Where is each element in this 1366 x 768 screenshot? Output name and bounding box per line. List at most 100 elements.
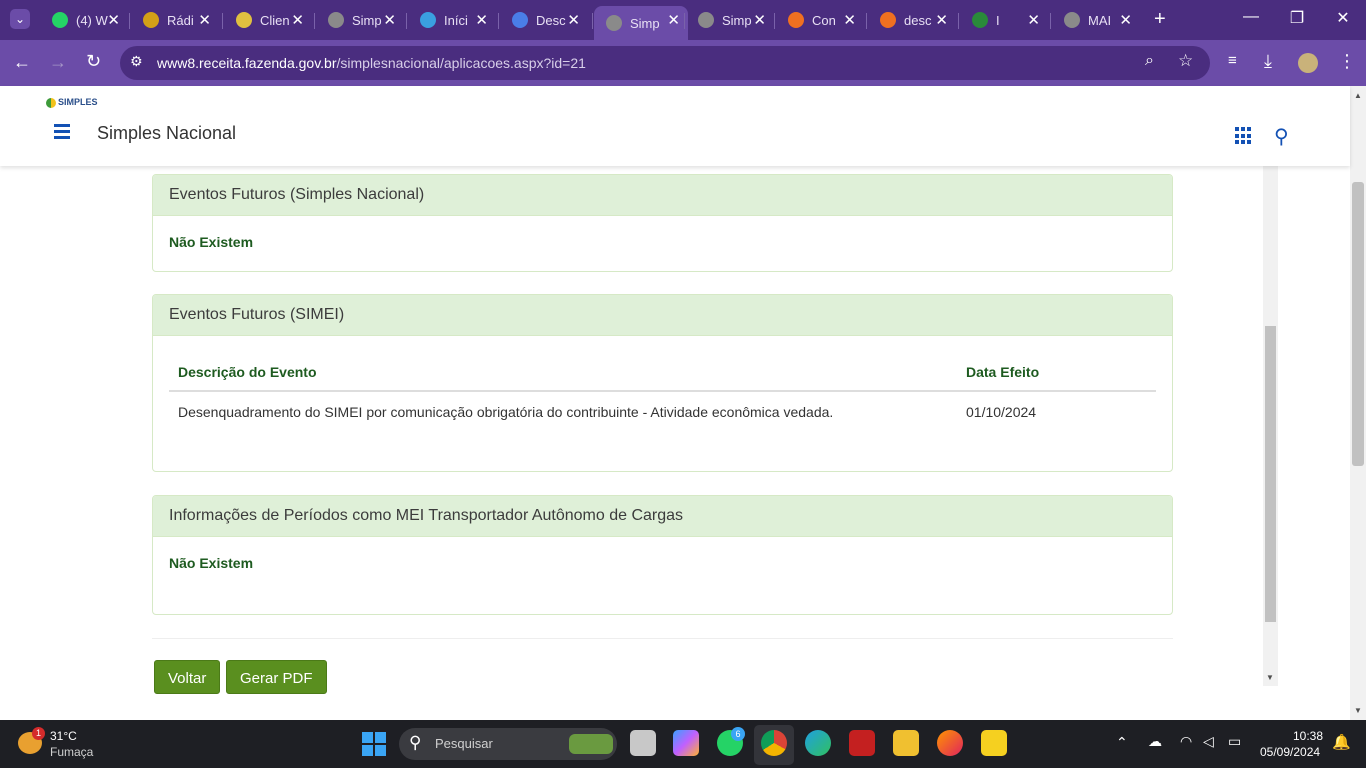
page-scroll-up-icon[interactable]: ▲ [1354, 91, 1362, 100]
tab-separator [222, 13, 223, 29]
tab-close-icon[interactable]: ✕ [1119, 11, 1132, 29]
browser-tab[interactable]: Rádi ✕ [131, 6, 219, 34]
browser-toolbar: ← → ↻ ⚙ www8.receita.fazenda.gov.br/simp… [0, 40, 1366, 86]
gerar-pdf-button[interactable]: Gerar PDF [226, 660, 327, 694]
media-control-icon[interactable]: ≡ [1228, 52, 1237, 69]
page-scroll-down-icon[interactable]: ▼ [1354, 706, 1362, 715]
wifi-icon[interactable]: ◠ [1180, 733, 1192, 750]
clock-time[interactable]: 10:38 [1293, 729, 1323, 743]
browser-tab[interactable]: Simp ✕ [316, 6, 404, 34]
battery-icon[interactable]: ▭ [1228, 733, 1241, 750]
tab-label: Iníci [444, 12, 468, 28]
tab-close-icon[interactable]: ✕ [1027, 11, 1040, 29]
browser-tab[interactable]: Simp ✕ [594, 6, 688, 40]
weather-temp[interactable]: 31°C [50, 729, 77, 743]
firefox-icon[interactable] [937, 730, 963, 756]
apps-grid-icon[interactable] [1235, 127, 1253, 145]
page-scrollbar-thumb[interactable] [1352, 182, 1364, 466]
forward-icon[interactable]: → [49, 52, 67, 73]
sticky-notes-icon[interactable] [981, 730, 1007, 756]
show-hidden-icons[interactable]: ⌃ [1116, 734, 1128, 751]
simples-logo[interactable]: SIMPLES [46, 97, 98, 108]
download-icon[interactable]: ⤓ [1264, 51, 1272, 72]
search-icon[interactable]: ⚲ [1274, 124, 1289, 149]
search-highlight-icon [569, 734, 613, 754]
tab-close-icon[interactable]: ✕ [291, 11, 304, 29]
browser-tab[interactable]: MAI ✕ [1052, 6, 1140, 34]
tab-separator [958, 13, 959, 29]
menu-icon[interactable]: ⋮ [1338, 51, 1356, 72]
tab-label: MAI [1088, 12, 1112, 28]
browser-tab[interactable]: Simp ✕ [686, 6, 774, 34]
browser-tab[interactable]: Desc ✕ [500, 6, 588, 34]
bookmark-star-icon[interactable]: ☆ [1178, 51, 1193, 71]
tab-close-icon[interactable]: ✕ [475, 11, 488, 29]
mcafee-icon[interactable] [849, 730, 875, 756]
tab-favicon-icon [880, 12, 896, 28]
tab-label: Rádi [167, 12, 194, 28]
windows-start-icon[interactable] [362, 732, 386, 756]
tab-close-icon[interactable]: ✕ [383, 11, 396, 29]
volume-icon[interactable]: ◁ [1203, 733, 1214, 750]
hamburger-menu-icon[interactable] [54, 124, 70, 139]
panel-eventos-simei: Eventos Futuros (SIMEI) Descrição do Eve… [152, 294, 1173, 472]
tab-favicon-icon [420, 12, 436, 28]
site-info-icon[interactable]: ⚙ [130, 53, 143, 70]
column-header-descricao: Descrição do Evento [169, 354, 957, 392]
tab-separator [314, 13, 315, 29]
tab-separator [406, 13, 407, 29]
column-header-data: Data Efeito [957, 354, 1156, 392]
taskbar-search-box[interactable]: ⚲ Pesquisar [399, 728, 617, 760]
chrome-icon[interactable] [761, 730, 787, 756]
profile-avatar[interactable] [1298, 53, 1318, 73]
tab-label: Simp [722, 12, 752, 28]
table-row: Desenquadramento do SIMEI por comunicaçã… [169, 391, 1156, 432]
tab-close-icon[interactable]: ✕ [753, 11, 766, 29]
url-text[interactable]: www8.receita.fazenda.gov.br/simplesnacio… [157, 55, 586, 71]
inner-scrollbar-thumb[interactable] [1265, 326, 1276, 622]
onedrive-icon[interactable]: ☁ [1148, 733, 1162, 750]
restore-icon[interactable]: ❐ [1274, 8, 1320, 28]
clock-date[interactable]: 05/09/2024 [1260, 745, 1320, 759]
tab-separator [866, 13, 867, 29]
browser-tab[interactable]: Con ✕ [776, 6, 864, 34]
back-icon[interactable]: ← [13, 52, 31, 73]
simples-logo-mark-icon [46, 97, 56, 108]
browser-tab[interactable]: Iníci ✕ [408, 6, 496, 34]
task-view-icon[interactable] [630, 730, 656, 756]
tab-close-icon[interactable]: ✕ [107, 11, 120, 29]
new-tab-icon[interactable]: + [1154, 8, 1166, 31]
edge-icon[interactable] [805, 730, 831, 756]
notification-bell-icon[interactable]: 🔔 [1332, 733, 1351, 751]
zoom-icon[interactable]: ⌕ [1145, 52, 1154, 70]
minimize-icon[interactable]: — [1228, 8, 1274, 26]
tab-favicon-icon [236, 12, 252, 28]
copilot-icon[interactable] [673, 730, 699, 756]
empty-message: Não Existem [169, 555, 254, 571]
voltar-button[interactable]: Voltar [154, 660, 221, 694]
tab-separator [1050, 13, 1051, 29]
file-explorer-icon[interactable] [893, 730, 919, 756]
panel-eventos-simples: Eventos Futuros (Simples Nacional) Não E… [152, 174, 1173, 272]
tab-favicon-icon [606, 15, 622, 31]
tab-search-icon[interactable]: ⌄ [10, 9, 30, 29]
tab-close-icon[interactable]: ✕ [667, 11, 680, 29]
tab-close-icon[interactable]: ✕ [198, 11, 211, 29]
browser-tab[interactable]: I ✕ [960, 6, 1048, 34]
browser-tab[interactable]: (4) W ✕ [40, 6, 128, 34]
browser-tab[interactable]: desc ✕ [868, 6, 956, 34]
address-bar[interactable]: ⚙ www8.receita.fazenda.gov.br/simplesnac… [120, 46, 1210, 80]
reload-icon[interactable]: ↻ [86, 51, 101, 72]
inner-scroll-down-icon[interactable]: ▼ [1266, 673, 1274, 682]
tab-close-icon[interactable]: ✕ [567, 11, 580, 29]
weather-desc[interactable]: Fumaça [50, 745, 93, 759]
tab-favicon-icon [328, 12, 344, 28]
tab-label: I [996, 12, 1000, 28]
close-window-icon[interactable]: ✕ [1320, 8, 1366, 28]
tab-close-icon[interactable]: ✕ [935, 11, 948, 29]
windows-taskbar: 1 31°C Fumaça ⚲ Pesquisar 6 ⌃ ☁ ◠ ◁ ▭ 10… [0, 720, 1366, 768]
tab-close-icon[interactable]: ✕ [843, 11, 856, 29]
browser-tab[interactable]: Clien ✕ [224, 6, 312, 34]
tab-separator [592, 13, 593, 29]
panel-title: Eventos Futuros (Simples Nacional) [153, 175, 1172, 216]
